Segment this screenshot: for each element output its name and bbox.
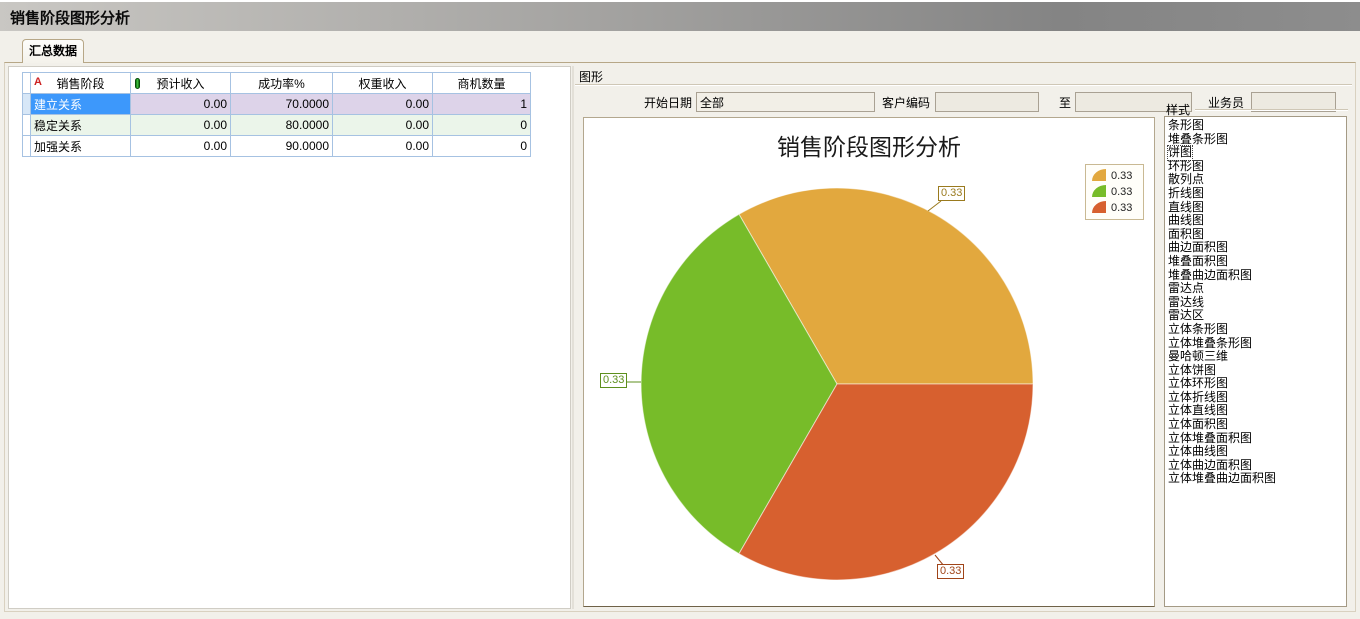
style-list-item[interactable]: 堆叠条形图 — [1168, 133, 1345, 147]
table-row[interactable]: 稳定关系 0.00 80.0000 0.00 0 — [23, 115, 531, 136]
pie-chart-area: 销售阶段图形分析 0.33 0.33 0.33 0.33 0.33 — [583, 117, 1155, 607]
weighted-income-cell[interactable]: 0.00 — [333, 115, 433, 136]
weighted-income-cell[interactable]: 0.00 — [333, 94, 433, 115]
style-list-item[interactable]: 条形图 — [1168, 119, 1345, 133]
style-list-item[interactable]: 立体曲线图 — [1168, 445, 1345, 459]
style-list-item[interactable]: 曲边面积图 — [1168, 241, 1345, 255]
stage-cell[interactable]: 稳定关系 — [31, 115, 131, 136]
sales-stage-table: A 销售阶段 预计收入 成功率% 权重收入 商机数量 — [22, 72, 531, 157]
tab-summary-data[interactable]: 汇总数据 — [22, 39, 84, 63]
tab-label: 汇总数据 — [29, 44, 77, 58]
page-title: 销售阶段图形分析 — [10, 7, 130, 28]
divider — [1195, 109, 1348, 111]
legend-item: 0.33 — [1090, 185, 1139, 198]
style-list-item[interactable]: 堆叠曲边面积图 — [1168, 269, 1345, 283]
style-list-item[interactable]: 雷达线 — [1168, 296, 1345, 310]
table-row[interactable]: 建立关系 0.00 70.0000 0.00 1 — [23, 94, 531, 115]
pie-slices — [641, 188, 1033, 580]
style-list-item[interactable]: 堆叠面积图 — [1168, 255, 1345, 269]
start-date-input[interactable] — [696, 92, 875, 112]
table-row[interactable]: 加强关系 0.00 90.0000 0.00 0 — [23, 136, 531, 157]
success-rate-cell[interactable]: 80.0000 — [231, 115, 333, 136]
stage-cell[interactable]: 建立关系 — [31, 94, 131, 115]
style-list-item[interactable]: 立体堆叠曲边面积图 — [1168, 472, 1345, 486]
to-label: 至 — [1059, 94, 1071, 111]
style-list-item-selected[interactable]: 饼图 — [1168, 146, 1345, 160]
pie-slice-value-label: 0.33 — [600, 373, 627, 388]
column-header-opportunity-count[interactable]: 商机数量 — [433, 73, 531, 94]
success-rate-cell[interactable]: 70.0000 — [231, 94, 333, 115]
pie-slice-value-label: 0.33 — [937, 564, 964, 579]
row-indicator-cell — [23, 115, 31, 136]
window-titlebar: 销售阶段图形分析 — [0, 0, 1360, 31]
row-indicator-cell — [23, 136, 31, 157]
legend-item: 0.33 — [1090, 201, 1139, 214]
opportunity-count-cell[interactable]: 0 — [433, 115, 531, 136]
legend-value: 0.33 — [1111, 186, 1132, 198]
success-rate-cell[interactable]: 90.0000 — [231, 136, 333, 157]
style-list-item[interactable]: 折线图 — [1168, 187, 1345, 201]
opportunity-count-cell[interactable]: 0 — [433, 136, 531, 157]
style-list-item[interactable]: 立体条形图 — [1168, 323, 1345, 337]
stage-cell[interactable]: 加强关系 — [31, 136, 131, 157]
style-list-item[interactable]: 曼哈顿三维 — [1168, 350, 1345, 364]
column-header-success-rate[interactable]: 成功率% — [231, 73, 333, 94]
style-list-item[interactable]: 立体堆叠条形图 — [1168, 337, 1345, 351]
style-list-item[interactable]: 散列点 — [1168, 173, 1345, 187]
tab-page: A 销售阶段 预计收入 成功率% 权重收入 商机数量 — [4, 62, 1356, 612]
style-list-item[interactable]: 曲线图 — [1168, 214, 1345, 228]
customer-code-input[interactable] — [935, 92, 1039, 112]
opportunity-count-cell[interactable]: 1 — [433, 94, 531, 115]
chart-style-list: 条形图 堆叠条形图 饼图 环形图 散列点 折线图 直线图 曲线图 面积图 曲边面… — [1164, 116, 1347, 607]
chart-legend: 0.33 0.33 0.33 — [1085, 164, 1144, 220]
style-list-item[interactable]: 面积图 — [1168, 228, 1345, 242]
legend-swatch-icon — [1090, 201, 1107, 214]
expected-income-cell[interactable]: 0.00 — [131, 136, 231, 157]
legend-swatch-icon — [1090, 169, 1107, 182]
row-indicator-header — [23, 73, 31, 94]
green-pill-icon — [135, 78, 140, 89]
legend-value: 0.33 — [1111, 202, 1132, 214]
customer-code-label: 客户编码 — [882, 94, 930, 111]
column-header-expected-income[interactable]: 预计收入 — [131, 73, 231, 94]
style-list-item[interactable]: 立体环形图 — [1168, 377, 1345, 391]
red-letter-A-icon: A — [34, 76, 42, 89]
expected-income-cell[interactable]: 0.00 — [131, 94, 231, 115]
style-list-item[interactable]: 雷达点 — [1168, 282, 1345, 296]
graph-panel: 图形 开始日期 客户编码 至 业务员 销售阶段图形分析 0.33 0.33 0.… — [575, 66, 1354, 609]
table-header-row: A 销售阶段 预计收入 成功率% 权重收入 商机数量 — [23, 73, 531, 94]
pie-label-leader — [928, 201, 941, 211]
style-list-item[interactable]: 立体面积图 — [1168, 418, 1345, 432]
legend-item: 0.33 — [1090, 169, 1139, 182]
salesman-label: 业务员 — [1208, 94, 1244, 111]
summary-table-panel: A 销售阶段 预计收入 成功率% 权重收入 商机数量 — [8, 66, 571, 609]
graph-panel-caption: 图形 — [579, 68, 603, 85]
column-header-stage[interactable]: A 销售阶段 — [31, 73, 131, 94]
panel-splitter[interactable] — [572, 66, 574, 609]
style-list-item[interactable]: 雷达区 — [1168, 309, 1345, 323]
legend-value: 0.33 — [1111, 170, 1132, 182]
legend-swatch-icon — [1090, 185, 1107, 198]
weighted-income-cell[interactable]: 0.00 — [333, 136, 433, 157]
pie-chart-svg[interactable] — [584, 118, 1156, 608]
divider — [575, 84, 1352, 86]
expected-income-cell[interactable]: 0.00 — [131, 115, 231, 136]
pie-slice-value-label: 0.33 — [938, 186, 965, 201]
start-date-label: 开始日期 — [644, 94, 692, 111]
style-list-item[interactable]: 直线图 — [1168, 201, 1345, 215]
column-header-weighted-income[interactable]: 权重收入 — [333, 73, 433, 94]
row-indicator-cell — [23, 94, 31, 115]
